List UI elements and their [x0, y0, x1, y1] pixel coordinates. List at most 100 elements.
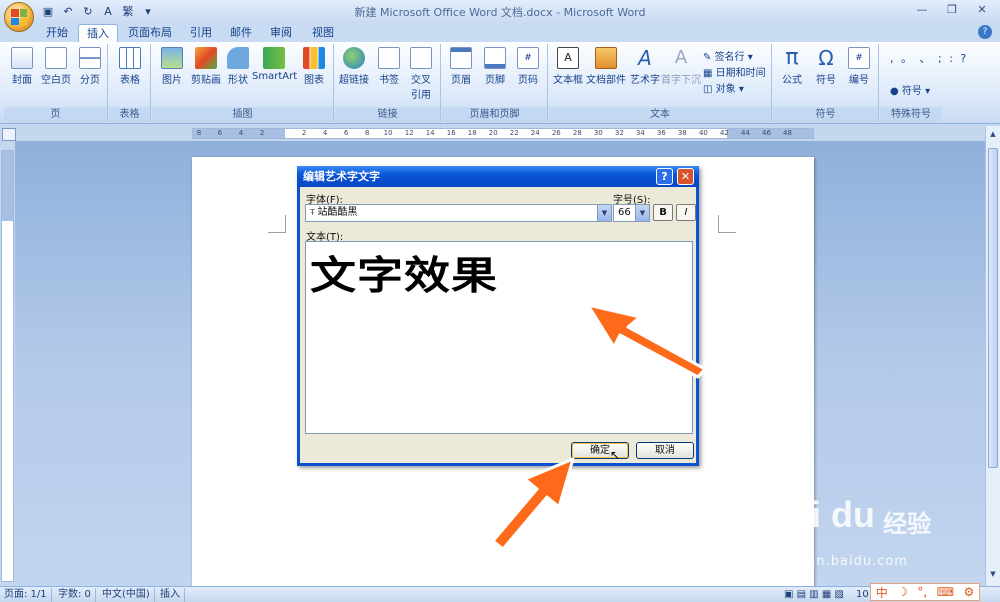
font-select[interactable]: Ŧ 站酷酷黑 ▼ — [305, 204, 612, 222]
tab-mailings[interactable]: 邮件 — [222, 24, 260, 42]
chevron-down-icon[interactable]: ▼ — [597, 205, 611, 221]
ruler-tick: 30 — [593, 129, 603, 137]
ruler-tick: 10 — [383, 129, 393, 137]
wordart-text-input[interactable]: 文字效果 — [305, 241, 693, 434]
group-label-illustrations: 插图 — [152, 107, 333, 122]
status-insert-mode[interactable]: 插入 — [156, 588, 185, 602]
status-word-count[interactable]: 字数: 0 — [54, 588, 96, 602]
special-chars[interactable]: , 。 、 ; : ? — [890, 50, 968, 66]
ruler-tick: 8 — [364, 129, 370, 137]
tab-page-layout[interactable]: 页面布局 — [120, 24, 180, 42]
crossref-button[interactable]: 交叉引用 — [403, 47, 439, 101]
picture-icon — [161, 47, 183, 69]
minimize-icon[interactable]: — — [910, 1, 934, 19]
numbering-button[interactable]: # 编号 — [841, 47, 877, 86]
tab-home[interactable]: 开始 — [38, 24, 76, 42]
bold-button[interactable]: B — [653, 204, 673, 221]
bookmark-icon — [378, 47, 400, 69]
watermark-cn: 经验 — [883, 510, 931, 538]
picture-button[interactable]: 图片 — [154, 47, 190, 86]
dialog-help-button[interactable]: ? — [656, 168, 673, 185]
chevron-down-icon[interactable]: ▼ — [635, 205, 649, 221]
ruler-tick: 12 — [404, 129, 414, 137]
tab-insert[interactable]: 插入 — [78, 24, 118, 42]
group-text: A 文本框 文档部件 A 艺术字 A 首字下沉 ✎ 签名行 ▾ ▦ 日期和时间 … — [549, 44, 772, 122]
footer-button[interactable]: 页脚 — [477, 47, 513, 86]
blank-page-button[interactable]: 空白页 — [38, 47, 74, 86]
quick-parts-button[interactable]: 文档部件 — [585, 47, 627, 86]
header-icon — [450, 47, 472, 69]
status-bar: 页面: 1/1 字数: 0 中文(中国) 插入 ▣ ▤ ▥ ▦ ▧ 10 — [0, 586, 1000, 602]
signature-line-button[interactable]: ✎ 签名行 ▾ — [703, 48, 753, 63]
hyperlink-button[interactable]: 超链接 — [336, 47, 372, 86]
cover-button[interactable]: 封面 — [4, 47, 40, 86]
object-button[interactable]: ◫ 对象 ▾ — [703, 80, 744, 95]
group-pages: 封面 空白页 分页 页 — [4, 44, 108, 122]
scroll-up-icon[interactable]: ▲ — [988, 130, 998, 142]
ruler-tick: 38 — [677, 129, 687, 137]
wordart-text: 文字效果 — [310, 252, 498, 299]
chart-button[interactable]: 图表 — [296, 47, 332, 86]
group-label-pages: 页 — [4, 107, 107, 122]
tab-review[interactable]: 审阅 — [262, 24, 300, 42]
vertical-scrollbar[interactable]: ▲ ▼ — [985, 126, 1000, 586]
cancel-button[interactable]: 取消 — [636, 442, 694, 459]
group-label-header-footer: 页眉和页脚 — [442, 107, 547, 122]
table-button[interactable]: 表格 — [112, 47, 148, 86]
date-time-button[interactable]: ▦ 日期和时间 — [703, 64, 766, 79]
status-page[interactable]: 页面: 1/1 — [0, 588, 52, 602]
page-break-icon — [79, 47, 101, 69]
group-header-footer: 页眉 页脚 # 页码 页眉和页脚 — [442, 44, 548, 122]
dialog-title: 编辑艺术字文字 ? ✕ — [297, 166, 699, 187]
ribbon-tabs: 开始 插入 页面布局 引用 邮件 审阅 视图 ? — [0, 22, 1000, 42]
scroll-thumb[interactable] — [988, 148, 998, 468]
ruler-tick: 2 — [259, 129, 265, 137]
header-button[interactable]: 页眉 — [443, 47, 479, 86]
wordart-button[interactable]: A 艺术字 — [625, 47, 665, 86]
scroll-down-icon[interactable]: ▼ — [988, 570, 998, 582]
symbol-button[interactable]: Ω 符号 — [808, 47, 844, 86]
equation-button[interactable]: π 公式 — [774, 47, 810, 87]
group-symbols: π 公式 Ω 符号 # 编号 符号 — [773, 44, 879, 122]
page-number-button[interactable]: # 页码 — [510, 47, 546, 86]
ruler-tick: 40 — [698, 129, 708, 137]
ruler-tick: 44 — [740, 129, 750, 137]
ruler-tick: 48 — [783, 129, 792, 137]
ime-chinese-icon[interactable]: 中 — [876, 584, 888, 601]
special-symbol-button[interactable]: ● 符号 ▾ — [890, 82, 930, 97]
view-buttons[interactable]: ▣ ▤ ▥ ▦ ▧ — [780, 588, 848, 602]
ime-moon-icon[interactable]: ☽ — [897, 585, 908, 599]
ruler-tick: 20 — [488, 129, 498, 137]
ruler-tick: 42 — [719, 129, 729, 137]
ruler-tick: 26 — [551, 129, 561, 137]
window-controls: — ❐ ✕ — [910, 1, 994, 19]
tab-view[interactable]: 视图 — [304, 24, 342, 42]
number-icon: # — [848, 47, 870, 69]
ime-punct-icon[interactable]: °, — [917, 585, 927, 599]
size-select[interactable]: 66 ▼ — [613, 204, 650, 222]
smartart-button[interactable]: SmartArt — [252, 47, 297, 82]
status-language[interactable]: 中文(中国) — [98, 588, 155, 602]
ime-keyboard-icon[interactable]: ⌨ — [937, 585, 954, 599]
drop-cap-button[interactable]: A 首字下沉 — [661, 47, 701, 86]
horizontal-ruler[interactable]: 8 6 4 2 2 4 6 8 10 12 14 16 18 20 22 24 26 28 30 32 34 36 38 40… — [192, 128, 814, 139]
vruler-margin-top — [2, 151, 13, 221]
office-button[interactable] — [4, 2, 34, 32]
textbox-button[interactable]: A 文本框 — [550, 47, 586, 86]
bookmark-button[interactable]: 书签 — [371, 47, 407, 86]
italic-button[interactable]: I — [676, 204, 696, 221]
dialog-close-button[interactable]: ✕ — [677, 168, 694, 185]
ime-settings-icon[interactable]: ⚙ — [963, 585, 974, 599]
baidu-watermark: Bai du 经验 jingyan.baidu.com — [765, 494, 950, 574]
ribbon: 封面 空白页 分页 页 表格 表格 图片 剪贴画 形状 SmartArt 图表 … — [0, 42, 1000, 124]
page-break-button[interactable]: 分页 — [72, 47, 108, 86]
maximize-icon[interactable]: ❐ — [940, 1, 964, 19]
tab-references[interactable]: 引用 — [182, 24, 220, 42]
chart-icon — [303, 47, 325, 69]
close-icon[interactable]: ✕ — [970, 1, 994, 19]
vertical-ruler[interactable] — [1, 150, 14, 582]
help-icon[interactable]: ? — [978, 25, 992, 39]
ok-button[interactable]: 确定 — [571, 442, 629, 459]
tab-selector[interactable] — [2, 128, 16, 141]
shapes-button[interactable]: 形状 — [220, 47, 256, 86]
